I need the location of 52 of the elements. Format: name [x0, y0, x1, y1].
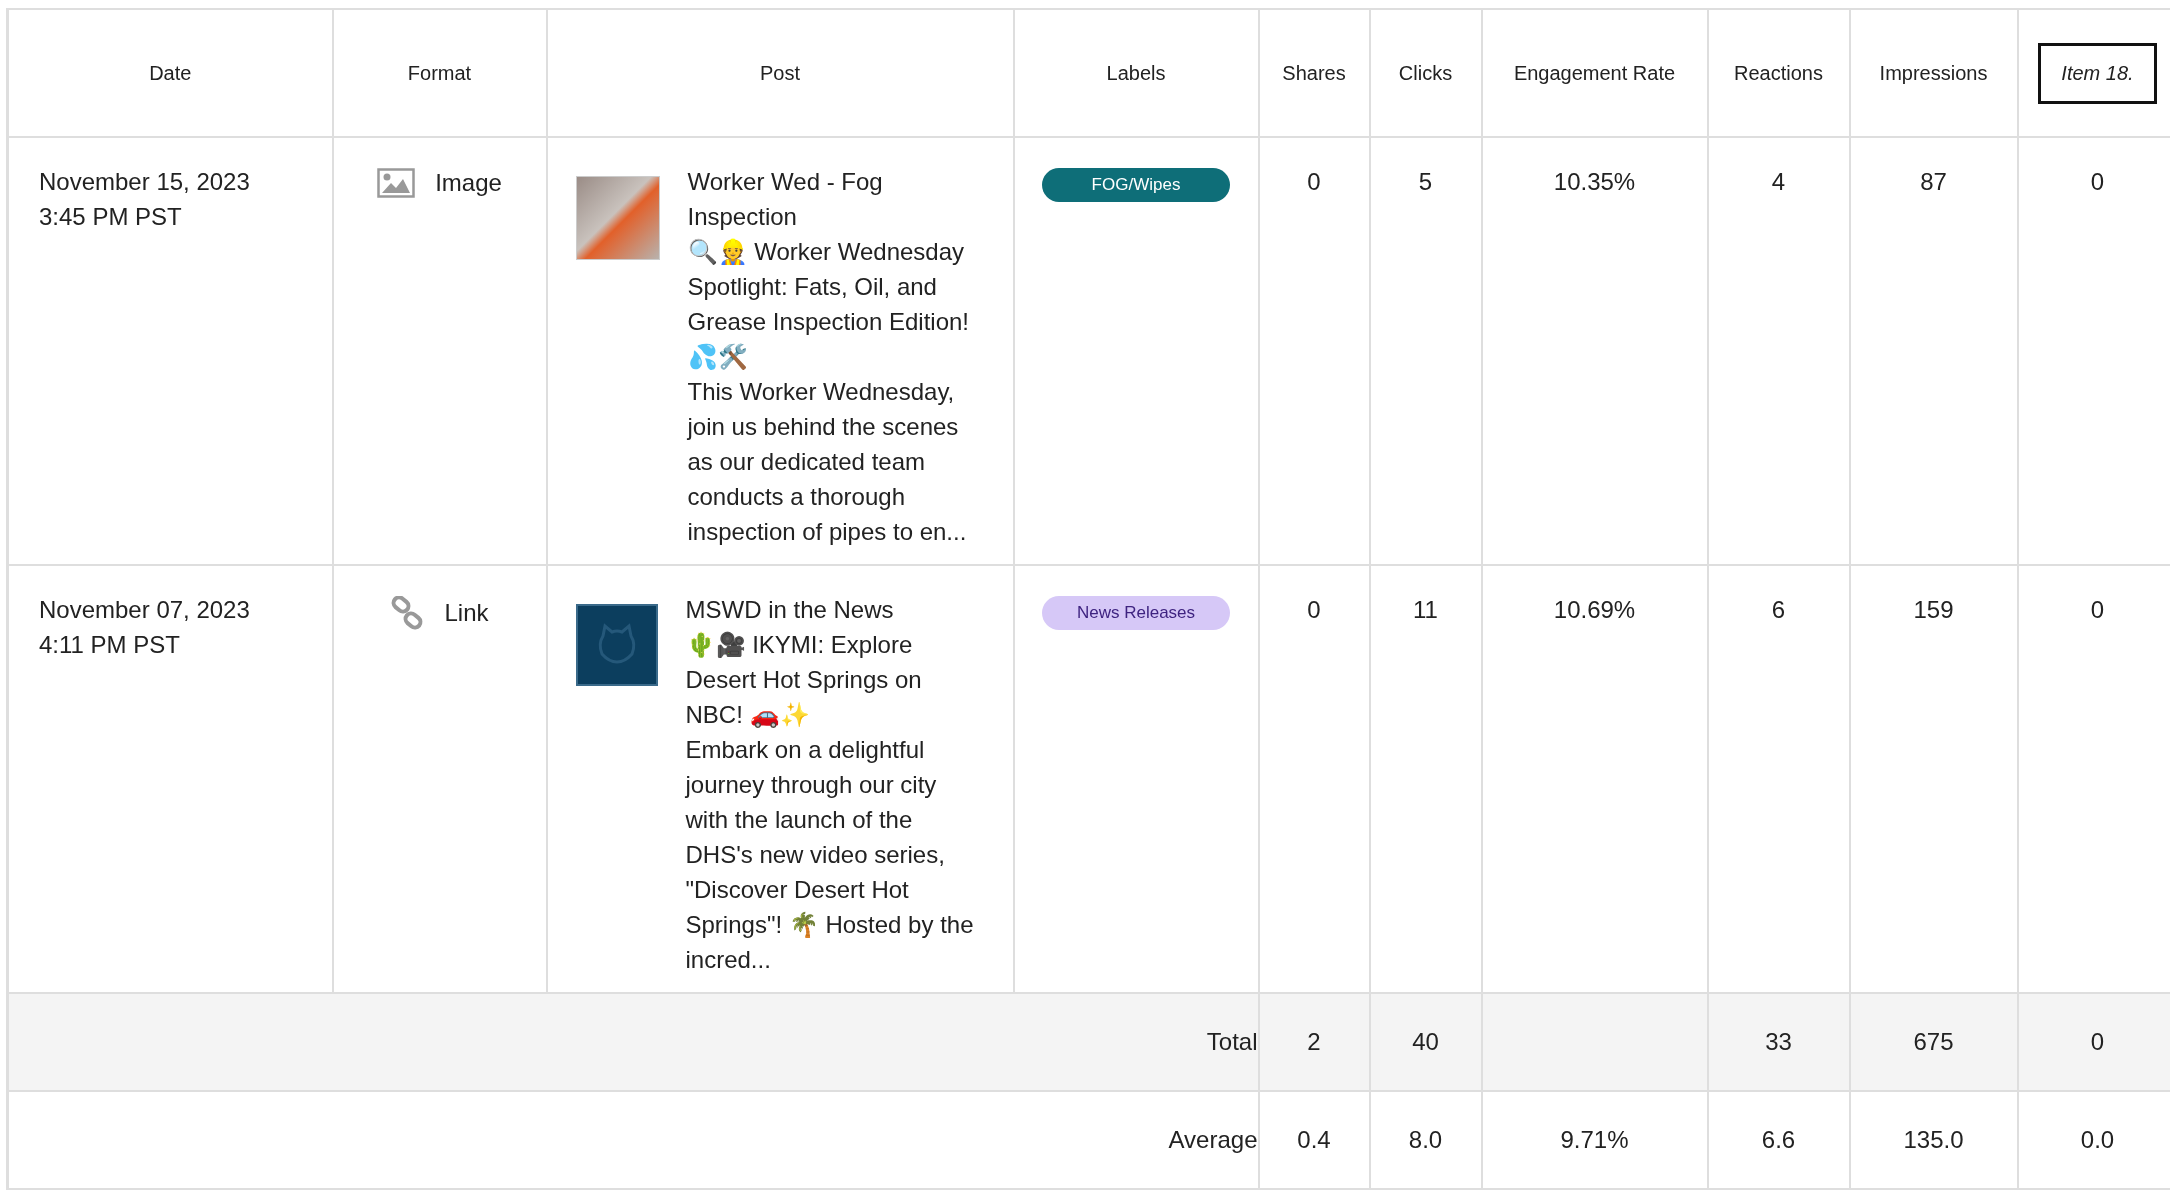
column-header[interactable]: Shares [1282, 61, 1346, 84]
metric-value: 4 [1771, 168, 1786, 195]
metric-value: 6 [1771, 596, 1786, 623]
column-header[interactable]: Engagement Rate [1513, 61, 1676, 84]
label-tag: News Releases [1042, 596, 1230, 630]
metric-value: 11 [1413, 596, 1438, 623]
label-tag: FOG/Wipes [1042, 168, 1230, 202]
summary-value: 0.4 [1297, 1126, 1331, 1153]
summary-value: 9.71% [1560, 1126, 1629, 1153]
summary-label: Average [1168, 1126, 1258, 1153]
metric-value: 159 [1913, 596, 1954, 623]
summary-label: Total [1206, 1028, 1258, 1055]
post-text: MSWD in the News [685, 595, 895, 625]
cat-logo-icon [575, 604, 658, 686]
summary-value: 6.6 [1761, 1126, 1796, 1153]
summary-value: 0 [2090, 1028, 2105, 1055]
column-header[interactable]: Format [407, 61, 472, 84]
post-text: 🔍👷 Worker Wednesday Spotlight: Fats, Oil, and Grease Inspection Edition! 💦🛠 [687, 237, 970, 372]
metric-value: 0 [1307, 168, 1321, 195]
format-label: Link [444, 599, 489, 627]
metric-value: 10.35% [1553, 168, 1636, 195]
link-icon [390, 596, 425, 630]
post-text: Worker Wed - Fog Inspection [687, 167, 884, 232]
metric-value: 0 [1307, 596, 1321, 623]
summary-value: 675 [1913, 1028, 1954, 1055]
post-text: This Worker Wednesday, join us behind the scenes as our dedicated team conducts a thorough inspection of pipes to en... [687, 377, 968, 547]
summary-value: 33 [1765, 1028, 1792, 1055]
column-header[interactable]: Clicks [1398, 61, 1453, 84]
column-header[interactable]: Post [760, 61, 800, 84]
image-icon [377, 168, 416, 198]
metric-value: 10.69% [1553, 596, 1636, 623]
metric-value: 0 [2090, 168, 2105, 195]
column-header[interactable]: Impressions [1879, 61, 1988, 84]
summary-value: 2 [1307, 1028, 1321, 1055]
time-text: 4:11 PM PST [39, 630, 181, 660]
summary-value: 0.0 [2080, 1126, 2115, 1153]
date-text: November 15, 2023 [39, 167, 251, 197]
summary-value: 135.0 [1903, 1126, 1964, 1153]
summary-value: 8.0 [1408, 1126, 1443, 1153]
metric-value: 5 [1418, 168, 1433, 195]
post-text: Embark on a delightful journey through our city with the launch of the DHS's new video series, "Discover Desert Hot Springs"! 🌴 Hosted by the incred... [685, 735, 975, 975]
metric-value: 87 [1920, 168, 1947, 195]
column-header[interactable]: Reactions [1734, 61, 1823, 84]
summary-value: 40 [1412, 1028, 1439, 1055]
post-text: 🌵🎥 IKYMI: Explore Desert Hot Springs on NBC! 🚗✨ [685, 630, 923, 730]
column-header[interactable]: Date [149, 61, 192, 84]
metric-value: 0 [2090, 596, 2105, 623]
column-header[interactable]: Item 18. [2038, 42, 2157, 104]
format-label: Image [435, 169, 502, 197]
column-header[interactable]: Labels [1106, 61, 1166, 84]
date-text: November 07, 2023 [39, 595, 251, 625]
time-text: 3:45 PM PST [39, 202, 183, 232]
